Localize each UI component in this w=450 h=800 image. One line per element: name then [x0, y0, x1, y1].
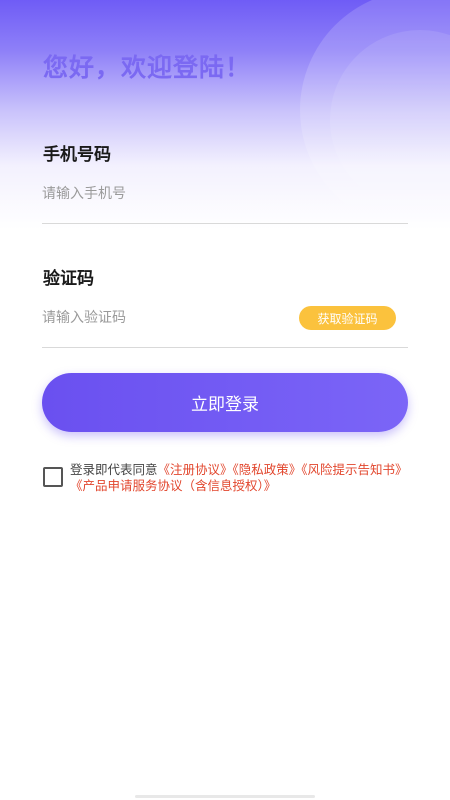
code-label: 验证码	[43, 269, 94, 289]
phone-label: 手机号码	[43, 145, 111, 165]
phone-input[interactable]	[42, 174, 408, 214]
agreement-checkbox[interactable]	[43, 467, 63, 487]
code-input[interactable]	[42, 298, 292, 338]
login-button[interactable]: 立即登录	[42, 373, 408, 432]
agreement-prefix: 登录即代表同意	[70, 462, 158, 477]
phone-divider	[42, 223, 408, 224]
privacy-policy-link[interactable]: 《隐私政策》	[233, 462, 302, 477]
get-code-button[interactable]: 获取验证码	[299, 306, 396, 330]
service-agreement-link[interactable]: 《产品申请服务协议（含信息授权）》	[70, 478, 276, 493]
code-divider	[42, 347, 408, 348]
agreement-text: 登录即代表同意《注册协议》《隐私政策》《风险提示告知书》《产品申请服务协议（含信…	[70, 462, 420, 494]
greeting-title: 您好，欢迎登陆！	[43, 53, 252, 82]
home-indicator	[135, 795, 315, 798]
risk-notice-link[interactable]: 《风险提示告知书》	[301, 462, 407, 477]
register-agreement-link[interactable]: 《注册协议》	[158, 462, 233, 477]
